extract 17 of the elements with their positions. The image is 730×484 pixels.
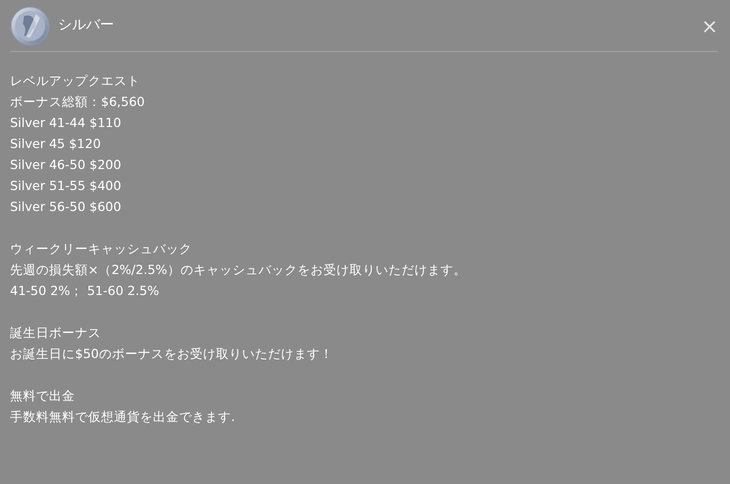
info-text: Silver 41-44 $110 bbox=[10, 115, 122, 130]
info-text: お誕生日に$50のボーナスをお受け取りいただけます！ bbox=[10, 346, 333, 361]
info-text: 41-50 2%； 51-60 2.5% bbox=[10, 283, 160, 298]
info-text: Silver 56-50 $600 bbox=[10, 199, 122, 214]
info-text: Silver 51-55 $400 bbox=[10, 178, 122, 193]
section-heading: 無料で出金 bbox=[10, 388, 75, 403]
close-button[interactable]: × bbox=[701, 16, 718, 36]
info-text: Silver 45 $120 bbox=[10, 136, 101, 151]
dialog-title: シルバー bbox=[58, 16, 115, 35]
section-heading: 誕生日ボーナス bbox=[10, 325, 101, 340]
info-text: 手数料無料で仮想通貨を出金できます. bbox=[10, 409, 235, 424]
coin-icon bbox=[10, 6, 50, 46]
info-text: 先週の損失額×（2%/2.5%）のキャッシュバックをお受け取りいただけます。 bbox=[10, 262, 466, 277]
info-text: Silver 46-50 $200 bbox=[10, 157, 122, 172]
info-text: ボーナス総額：$6,560 bbox=[10, 94, 145, 109]
section-heading: レベルアップクエスト bbox=[10, 73, 140, 88]
section-heading: ウィークリーキャッシュバック bbox=[10, 241, 192, 256]
